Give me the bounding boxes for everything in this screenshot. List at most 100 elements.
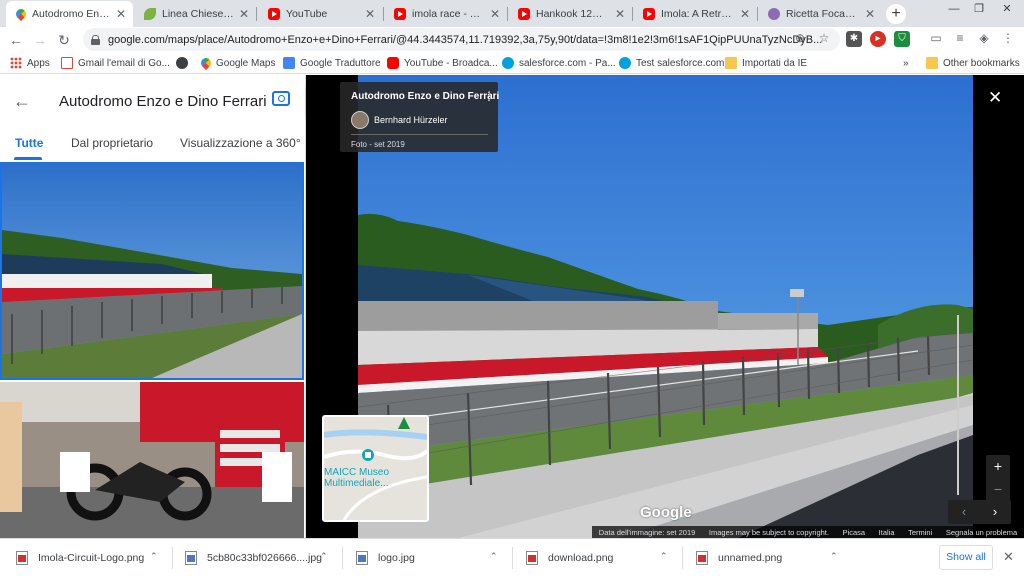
show-all-downloads-button[interactable]: Show all — [939, 545, 993, 570]
tab-imola-race[interactable]: imola race - YouTube ✕ — [384, 1, 507, 27]
salesforce-icon — [502, 57, 514, 69]
bookmark-google-maps[interactable]: Google Maps — [198, 54, 276, 72]
place-photos-panel: ← Autodromo Enzo e Dino Ferrari Tutte Da… — [0, 75, 306, 538]
chevron-up-icon[interactable]: ⌃ — [320, 551, 328, 562]
photo-author[interactable]: Bernhard Hürzeler — [374, 115, 448, 125]
media-queue-icon[interactable]: ≡ — [950, 28, 970, 48]
photo-viewer[interactable]: Autodromo Enzo e Dino Ferrari ⋮ Bernhard… — [306, 75, 1024, 538]
back-arrow-icon[interactable]: ← — [6, 30, 26, 50]
more-options-icon[interactable]: ⋮ — [483, 90, 495, 102]
zoom-in-button[interactable]: + — [986, 455, 1010, 477]
bookmark-label: Google Maps — [216, 57, 276, 69]
url-text[interactable]: google.com/maps/place/Autodromo+Enzo+e+D… — [108, 34, 840, 46]
tab-visualizzazione-360[interactable]: Visualizzazione a 360° — [180, 136, 301, 150]
photo-footer: Data dell'immagine: set 2019 Images may … — [592, 526, 1024, 538]
region-link[interactable]: Italia — [879, 528, 895, 537]
google-maps-icon — [13, 6, 29, 22]
new-tab-button[interactable]: + — [886, 4, 906, 24]
address-bar[interactable]: google.com/maps/place/Autodromo+Enzo+e+D… — [83, 28, 840, 51]
previous-photo-button[interactable]: ‹ — [949, 500, 979, 524]
next-photo-button[interactable]: › — [980, 500, 1010, 524]
close-icon[interactable]: ✕ — [1003, 549, 1014, 565]
download-item[interactable]: logo.jpg ⌃ — [356, 539, 516, 576]
google-maps-icon — [198, 55, 214, 71]
chevron-up-icon[interactable]: ⌃ — [660, 551, 668, 562]
download-item[interactable]: unnamed.png ⌃ — [696, 539, 856, 576]
bookmark-importati[interactable]: Importati da IE — [725, 54, 807, 72]
chevron-up-icon[interactable]: ⌃ — [490, 551, 498, 562]
tab-title: Imola: A Retrospective — [661, 8, 735, 20]
tab-autodromo[interactable]: Autodromo Enzo e Dino Ferrari ✕ — [6, 1, 133, 27]
close-icon[interactable]: ✕ — [988, 89, 1002, 106]
bookmark-other[interactable]: Other bookmarks — [926, 54, 1020, 72]
terms-link[interactable]: Termini — [908, 528, 932, 537]
bookmark-globe[interactable] — [176, 54, 193, 72]
close-tab-icon[interactable]: ✕ — [864, 7, 876, 21]
back-arrow-icon[interactable]: ← — [13, 91, 31, 112]
tab-youtube[interactable]: YouTube ✕ — [258, 1, 382, 27]
kebab-menu-icon[interactable]: ⋮ — [998, 28, 1018, 48]
tab-tutte[interactable]: Tutte — [15, 136, 43, 150]
tab-imola-retrospective[interactable]: Imola: A Retrospective ✕ — [633, 1, 757, 27]
bookmark-salesforce[interactable]: salesforce.com - Pa... — [502, 54, 616, 72]
tab-linea-chiesetta[interactable]: Linea Chiesetta Valdisotto ✕ — [134, 1, 256, 27]
bookmark-apps[interactable]: Apps — [10, 54, 50, 72]
close-tab-icon[interactable]: ✕ — [238, 7, 250, 21]
download-item[interactable]: Imola-Circuit-Logo.png ⌃ — [16, 539, 176, 576]
tab-dal-proprietario[interactable]: Dal proprietario — [71, 136, 153, 150]
download-item[interactable]: 5cb80c33bf026666....jpg ⌃ — [185, 539, 345, 576]
cast-icon[interactable]: ▭ — [926, 28, 946, 48]
close-tab-icon[interactable]: ✕ — [489, 7, 501, 21]
close-tab-icon[interactable]: ✕ — [115, 7, 127, 21]
youtube-icon — [387, 57, 399, 69]
bookmark-google-translate[interactable]: Google Traduttore — [283, 54, 381, 72]
bookmark-youtube[interactable]: YouTube - Broadca... — [387, 54, 498, 72]
reload-icon[interactable]: ↻ — [54, 30, 74, 50]
close-tab-icon[interactable]: ✕ — [614, 7, 626, 21]
bookmarks-bar: Apps Gmail l'email di Go... Google Maps … — [0, 52, 1024, 74]
close-tab-icon[interactable]: ✕ — [364, 7, 376, 21]
report-problem-link[interactable]: Segnala un problema — [946, 528, 1017, 537]
minimap[interactable]: MAICC Museo Multimediale... — [322, 415, 429, 522]
tab-title: YouTube — [286, 8, 328, 20]
star-bookmark-icon[interactable]: ☆ — [814, 28, 834, 48]
photo-thumbnail-track[interactable] — [0, 162, 304, 380]
minimap-label[interactable]: MAICC Museo Multimediale... — [324, 467, 427, 489]
bookmark-gmail[interactable]: Gmail l'email di Go... — [61, 54, 170, 72]
youtube-icon — [643, 8, 655, 20]
zoom-out-button[interactable]: − — [986, 478, 1010, 500]
tab-title: Ricetta Focaccia (foto) — [786, 8, 860, 20]
tab-ricetta-focaccia[interactable]: Ricetta Focaccia (foto) ✕ — [758, 1, 882, 27]
youtube-icon — [518, 8, 530, 20]
extension-puzzle-icon[interactable]: ✱ — [846, 31, 862, 47]
bookmark-label: Test salesforce.com — [636, 57, 725, 69]
chevron-up-icon[interactable]: ⌃ — [150, 551, 158, 562]
bookmark-label: YouTube - Broadca... — [404, 57, 498, 69]
photo-title[interactable]: Autodromo Enzo e Dino Ferrari — [351, 91, 499, 102]
bookmark-label: Importati da IE — [742, 57, 808, 69]
photo-thumbnail-garage[interactable] — [0, 382, 304, 538]
bookmark-test-salesforce[interactable]: Test salesforce.com — [619, 54, 724, 72]
picasa-link[interactable]: Picasa — [843, 528, 866, 537]
restore-window-button[interactable]: ❐ — [968, 0, 990, 20]
add-photo-icon[interactable] — [272, 91, 290, 106]
record-extension-icon[interactable]: ▸ — [870, 31, 886, 47]
close-window-button[interactable]: ✕ — [996, 0, 1018, 20]
close-tab-icon[interactable]: ✕ — [739, 7, 751, 21]
avatar[interactable] — [351, 111, 369, 129]
tab-hankook[interactable]: Hankook 12H IMOLA ✕ — [508, 1, 632, 27]
diamond-extension-icon[interactable]: ◈ — [974, 28, 994, 48]
chevron-up-icon[interactable]: ⌃ — [830, 551, 838, 562]
download-filename: download.png — [548, 552, 614, 564]
google-translate-icon — [283, 57, 295, 69]
minimize-window-button[interactable]: — — [943, 0, 965, 20]
download-filename: 5cb80c33bf026666....jpg — [207, 552, 323, 564]
bookmarks-overflow-button[interactable]: » — [903, 54, 909, 72]
download-item[interactable]: download.png ⌃ — [526, 539, 686, 576]
add-circle-icon[interactable]: ⊕ — [790, 28, 810, 48]
forward-arrow-icon[interactable]: → — [30, 30, 50, 50]
bookmark-label: Google Traduttore — [300, 57, 381, 69]
shield-extension-icon[interactable]: ⛉ — [894, 31, 910, 47]
tab-title: Autodromo Enzo e Dino Ferrari — [32, 8, 111, 20]
folder-icon — [725, 57, 737, 69]
